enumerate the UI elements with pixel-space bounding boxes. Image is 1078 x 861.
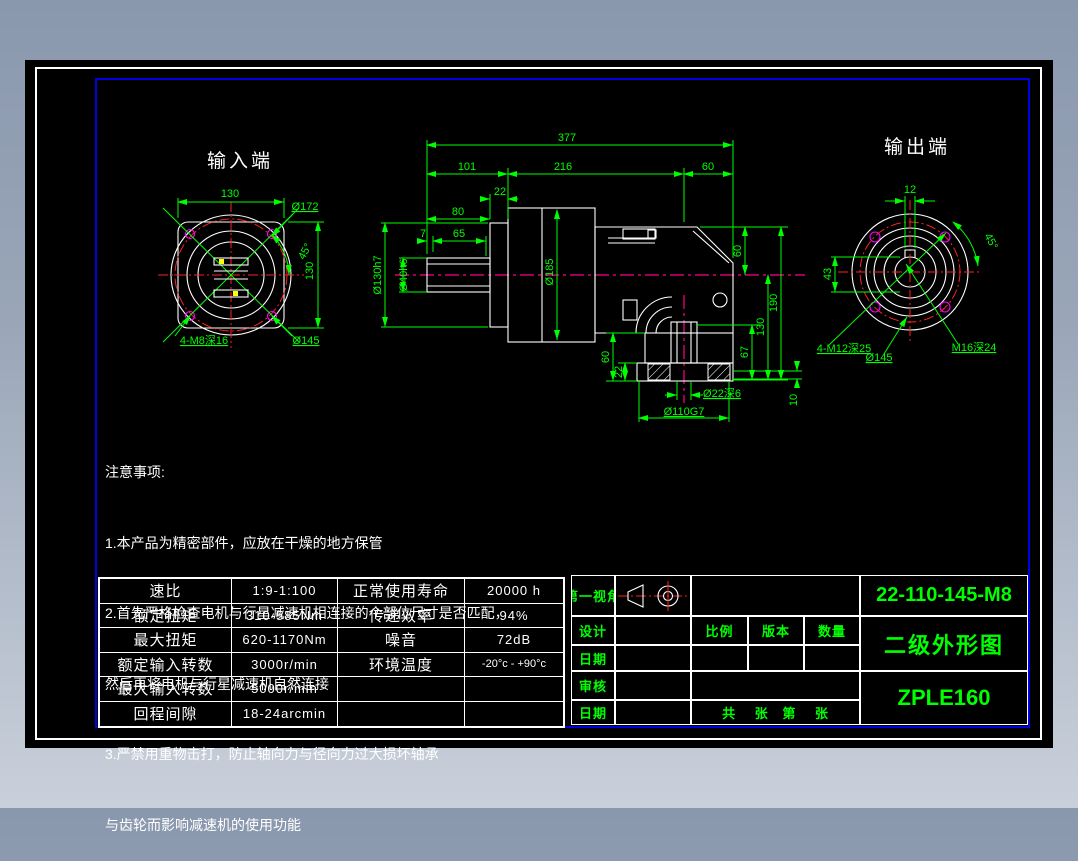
spec-cell — [465, 702, 563, 727]
notes-line: 1.本产品为精密部件，应放在干燥的地方保管 — [105, 534, 383, 551]
dimension-label: Ø172 — [292, 201, 319, 213]
date-label: 日期 — [571, 700, 615, 725]
dimension-label: 377 — [558, 132, 576, 144]
dimension-label: 4-M12深25 — [817, 342, 871, 355]
dimension-label: 43 — [822, 268, 834, 280]
empty-cell — [691, 575, 860, 616]
spec-cell: 额定扭矩 — [100, 603, 232, 628]
dimension-label: 22 — [613, 366, 625, 378]
dimension-label: 190 — [768, 294, 780, 312]
input-end-view — [158, 198, 324, 348]
version-label: 版本 — [748, 616, 804, 645]
dimension-label: M16深24 — [952, 341, 997, 354]
scale-value-cell[interactable] — [691, 645, 748, 671]
review-label: 审核 — [571, 671, 615, 700]
dimension-label: Ø130h7 — [372, 255, 384, 294]
dimension-label: 4-M8深16 — [180, 334, 228, 347]
dimension-label: 45° — [296, 241, 314, 261]
spec-cell: 3000r/min — [232, 652, 338, 677]
spec-cell: 噪音 — [338, 628, 465, 653]
spec-table: 速比 1:9-1:100 正常使用寿命 20000 h 额定扭矩 310-585… — [98, 577, 565, 728]
dimension-label: Ø22深6 — [703, 387, 741, 400]
spec-cell: -20°c - +90°c — [465, 653, 563, 677]
dimension-label: 60 — [600, 351, 612, 363]
scale-label: 比例 — [691, 616, 748, 645]
dimension-label: 80 — [452, 206, 464, 218]
spec-cell: 正常使用寿命 — [338, 579, 465, 604]
spec-cell: 回程间隙 — [100, 701, 232, 726]
date-value-cell[interactable] — [615, 700, 691, 725]
output-end-view — [828, 196, 982, 355]
spec-cell: 18-24arcmin — [232, 701, 338, 726]
spec-cell: 传递效率 — [338, 603, 465, 628]
dimension-label: 12 — [904, 184, 916, 196]
dimension-label: 216 — [554, 161, 572, 173]
dimension-label: Ø110G7 — [664, 406, 705, 418]
empty-cell — [691, 671, 860, 700]
dimension-label: Ø185 — [544, 259, 556, 286]
dimension-label: Ø145 — [293, 335, 320, 347]
dimension-label: Ø40h6 — [398, 258, 410, 291]
dimension-label: 60 — [702, 161, 714, 173]
spec-cell — [465, 677, 563, 702]
drawing-title: 二级外形图 — [860, 616, 1028, 671]
spec-cell: 速比 — [100, 579, 232, 604]
dimension-label: 60 — [732, 245, 744, 257]
spec-cell: 额定输入转数 — [100, 652, 232, 677]
clamp-screw-marker — [233, 291, 238, 296]
section-hatch — [707, 363, 731, 381]
dimension-label: 22 — [494, 186, 506, 198]
clamp-screw-marker — [219, 259, 224, 264]
sheet-count-label: 共 张 第 张 — [691, 700, 860, 725]
spec-cell: 最大扭矩 — [100, 628, 232, 653]
spec-cell: 环境温度 — [338, 652, 465, 677]
date-label: 日期 — [571, 645, 615, 671]
model-number: ZPLE160 — [860, 671, 1028, 725]
dimension-label: 45° — [981, 231, 999, 251]
projection-symbol-cell — [615, 575, 691, 616]
notes-title: 注意事项: — [105, 464, 165, 480]
spec-cell: 310-585Nm — [232, 603, 338, 628]
spec-cell: 20000 h — [465, 579, 563, 604]
dimension-label: 101 — [458, 161, 476, 173]
spec-cell: 1:9-1:100 — [232, 579, 338, 604]
input-end-view-label: 输入端 — [207, 151, 274, 172]
design-value-cell[interactable] — [615, 616, 691, 645]
version-value-cell[interactable] — [748, 645, 804, 671]
dimension-label: 130 — [755, 318, 767, 336]
spec-cell: 94% — [465, 604, 563, 628]
first-angle-label: 第一视角 — [571, 575, 615, 616]
notes-line: 3.严禁用重物击打，防止轴向力与径向力过大损坏轴承 — [105, 746, 439, 762]
design-label: 设计 — [571, 616, 615, 645]
dimension-label: Ø145 — [866, 352, 893, 364]
quantity-label: 数量 — [804, 616, 860, 645]
spec-cell — [338, 701, 465, 726]
spec-cell: 620-1170Nm — [232, 628, 338, 653]
dimension-label: 130 — [304, 262, 316, 280]
side-view — [381, 140, 805, 422]
notes-line: 与齿轮而影响减速机的使用功能 — [105, 816, 301, 833]
dimension-label: 67 — [739, 346, 751, 358]
spec-cell: 5000r/min — [232, 677, 338, 702]
spec-cell: 72dB — [465, 628, 563, 653]
dimension-label: 130 — [221, 188, 239, 200]
title-block: 第一视角 22-110-145-M8 设计 比例 版本 数量 二级外形图 日期 … — [571, 575, 1028, 725]
part-number: 22-110-145-M8 — [860, 575, 1028, 616]
section-hatch — [647, 363, 671, 381]
spec-cell: 最大输入转数 — [100, 677, 232, 702]
dimension-label: 10 — [788, 394, 800, 406]
review-value-cell[interactable] — [615, 671, 691, 700]
spec-cell — [338, 677, 465, 702]
date-value-cell[interactable] — [615, 645, 691, 671]
quantity-value-cell[interactable] — [804, 645, 860, 671]
dimension-label: 7 — [420, 228, 426, 240]
dimension-label: 65 — [453, 228, 465, 240]
output-end-view-label: 输出端 — [884, 137, 951, 158]
